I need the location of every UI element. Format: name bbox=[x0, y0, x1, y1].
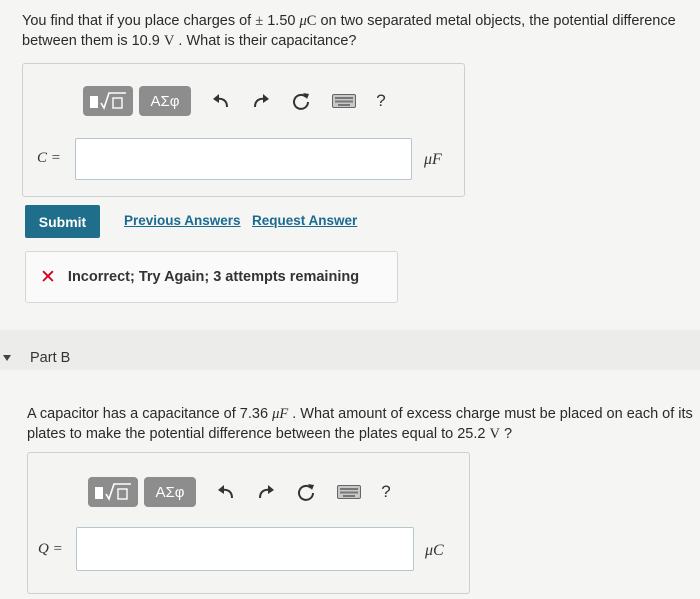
redo-icon bbox=[259, 485, 274, 499]
submit-button[interactable]: Submit bbox=[25, 205, 100, 238]
submit-label: Submit bbox=[38, 213, 87, 230]
unit-microcoulomb: μC bbox=[425, 542, 444, 559]
question-text: ? bbox=[499, 426, 513, 442]
reset-button[interactable] bbox=[289, 89, 313, 113]
templates-icon bbox=[95, 483, 131, 501]
undo-button[interactable] bbox=[214, 480, 238, 504]
redo-button[interactable] bbox=[254, 480, 278, 504]
unit-microfarad: μF bbox=[424, 151, 442, 168]
keyboard-button[interactable] bbox=[336, 480, 362, 504]
question-text: You find that if you place charges of bbox=[22, 13, 256, 29]
reset-button[interactable] bbox=[294, 480, 318, 504]
previous-answers-link[interactable]: Previous Answers bbox=[124, 213, 241, 228]
charge-input[interactable] bbox=[76, 527, 414, 571]
question-unit-v: V bbox=[489, 426, 500, 442]
part-b-divider bbox=[0, 330, 700, 370]
question-unit-uf: μF bbox=[272, 406, 289, 422]
symbols-button[interactable]: ΑΣφ bbox=[144, 477, 196, 507]
question-text: . What is their capacitance? bbox=[174, 33, 357, 49]
collapse-caret-icon[interactable] bbox=[3, 355, 11, 361]
feedback-box: ✕ Incorrect; Try Again; 3 attempts remai… bbox=[25, 251, 398, 303]
redo-icon bbox=[254, 94, 269, 108]
help-label: ? bbox=[381, 482, 391, 501]
question-unit-c: C bbox=[306, 13, 317, 29]
help-label: ? bbox=[376, 91, 386, 110]
incorrect-x-icon: ✕ bbox=[40, 266, 56, 288]
undo-icon bbox=[213, 94, 228, 108]
variable-label-q: Q = bbox=[38, 541, 63, 557]
undo-icon bbox=[218, 485, 233, 499]
question-text: A capacitor has a capacitance of 7.36 bbox=[27, 406, 273, 422]
answer-box-part-a: ΑΣφ ? C = μF bbox=[22, 63, 465, 197]
templates-button[interactable] bbox=[88, 477, 138, 507]
symbols-label: ΑΣφ bbox=[155, 483, 185, 501]
redo-button[interactable] bbox=[249, 89, 273, 113]
templates-button[interactable] bbox=[83, 86, 133, 116]
reset-icon bbox=[298, 484, 314, 501]
part-b-label: Part B bbox=[30, 350, 71, 366]
answer-box-part-b: ΑΣφ ? Q = μC bbox=[27, 452, 470, 594]
feedback-text: Incorrect; Try Again; 3 attempts remaini… bbox=[67, 269, 360, 285]
templates-icon bbox=[90, 92, 126, 110]
symbols-button[interactable]: ΑΣφ bbox=[139, 86, 191, 116]
request-answer-link[interactable]: Request Answer bbox=[252, 213, 357, 228]
math-toolbar: ΑΣφ ? bbox=[83, 86, 393, 116]
math-toolbar: ΑΣφ ? bbox=[88, 477, 398, 507]
reset-icon bbox=[293, 93, 309, 110]
question-symbol-pm: ± bbox=[255, 13, 264, 29]
help-button[interactable]: ? bbox=[374, 480, 398, 504]
undo-button[interactable] bbox=[209, 89, 233, 113]
part-b-question: A capacitor has a capacitance of 7.36 μF… bbox=[27, 404, 695, 444]
keyboard-icon bbox=[337, 485, 361, 499]
symbols-label: ΑΣφ bbox=[150, 92, 180, 110]
question-symbol-mu: μ bbox=[299, 13, 307, 29]
question-unit-v: V bbox=[163, 33, 175, 49]
capacitance-input[interactable] bbox=[75, 138, 412, 180]
help-button[interactable]: ? bbox=[369, 89, 393, 113]
keyboard-button[interactable] bbox=[331, 89, 357, 113]
variable-label-c: C = bbox=[37, 150, 61, 166]
question-text: 1.50 bbox=[263, 13, 300, 29]
part-a-question: You find that if you place charges of ± … bbox=[22, 11, 692, 51]
keyboard-icon bbox=[332, 94, 356, 108]
